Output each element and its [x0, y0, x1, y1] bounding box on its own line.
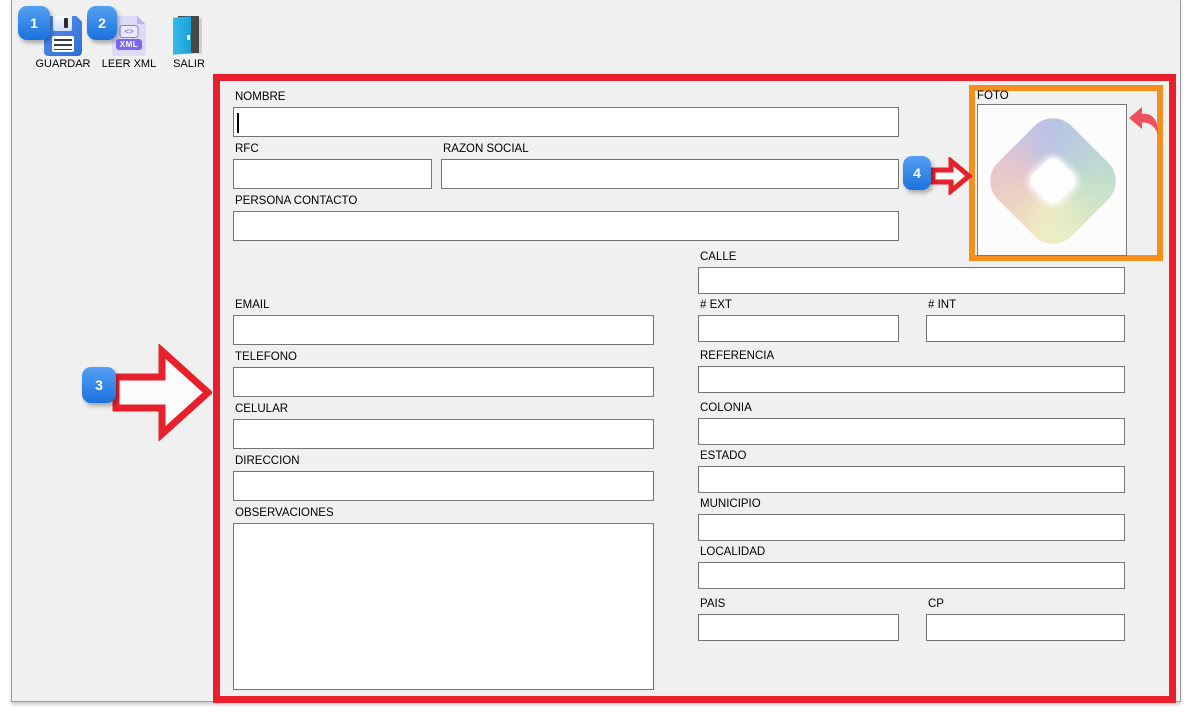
observaciones-label: OBSERVACIONES [235, 507, 334, 519]
num-ext-label: # EXT [700, 299, 732, 311]
foto-label: FOTO [977, 90, 1009, 102]
step-badge-4: 4 [903, 156, 931, 190]
localidad-label: LOCALIDAD [700, 546, 765, 558]
step4-arrow-icon [930, 157, 972, 195]
colonia-input[interactable] [698, 418, 1125, 445]
xml-badge-band: XML [116, 39, 142, 50]
salir-button[interactable]: SALIR [161, 16, 217, 70]
salir-button-label: SALIR [173, 58, 205, 70]
localidad-input[interactable] [698, 562, 1125, 589]
step-badge-2: 2 [87, 6, 117, 40]
celular-label: CELULAR [235, 403, 288, 415]
nombre-input[interactable] [233, 107, 899, 137]
nombre-label: NOMBRE [235, 91, 285, 103]
num-ext-input[interactable] [698, 315, 899, 342]
floppy-label-lines [54, 39, 72, 50]
exit-door-icon [172, 16, 206, 56]
pais-input[interactable] [698, 614, 899, 641]
observaciones-textarea[interactable] [233, 523, 654, 690]
estado-input[interactable] [698, 466, 1125, 493]
photo-box[interactable] [977, 104, 1127, 256]
pais-label: PAIS [700, 598, 725, 610]
referencia-input[interactable] [698, 366, 1125, 393]
email-input[interactable] [233, 315, 654, 345]
municipio-label: MUNICIPIO [700, 498, 761, 510]
door-knob [187, 35, 190, 40]
referencia-label: REFERENCIA [700, 350, 774, 362]
razon-social-label: RAZON SOCIAL [443, 143, 529, 155]
direccion-label: DIRECCION [235, 455, 300, 467]
calle-input[interactable] [698, 267, 1125, 294]
curved-reply-arrow-icon [1127, 105, 1161, 138]
razon-social-input[interactable] [441, 159, 899, 189]
rfc-input[interactable] [233, 159, 432, 189]
email-label: EMAIL [235, 299, 270, 311]
step-badge-1: 1 [18, 6, 50, 40]
colonia-label: COLONIA [700, 402, 752, 414]
num-int-label: # INT [928, 299, 956, 311]
step3-arrow-icon [112, 344, 212, 441]
floppy-shutter [53, 16, 72, 31]
placeholder-image [979, 107, 1126, 254]
num-int-input[interactable] [926, 315, 1125, 342]
telefono-label: TELEFONO [235, 351, 297, 363]
cp-input[interactable] [926, 614, 1125, 641]
step-badge-3: 3 [82, 367, 116, 403]
estado-label: ESTADO [700, 450, 746, 462]
xml-file-icon: <> XML [112, 16, 146, 56]
persona-contacto-input[interactable] [233, 211, 899, 241]
leer-xml-button-label: LEER XML [102, 58, 156, 70]
floppy-shutter-slot [64, 18, 68, 28]
text-caret [237, 113, 239, 133]
guardar-button-label: GUARDAR [35, 58, 90, 70]
cp-label: CP [928, 598, 944, 610]
persona-contacto-label: PERSONA CONTACTO [235, 195, 357, 207]
celular-input[interactable] [233, 419, 654, 449]
direccion-input[interactable] [233, 471, 654, 501]
calle-label: CALLE [700, 251, 736, 263]
app-screenshot: GUARDAR <> XML LEER XML SALIR 1 2 3 4 NO [0, 0, 1191, 712]
xml-code-glyph: <> [120, 25, 139, 38]
municipio-input[interactable] [698, 514, 1125, 541]
floppy-label-area [52, 36, 74, 52]
rfc-label: RFC [235, 143, 259, 155]
telefono-input[interactable] [233, 367, 654, 397]
